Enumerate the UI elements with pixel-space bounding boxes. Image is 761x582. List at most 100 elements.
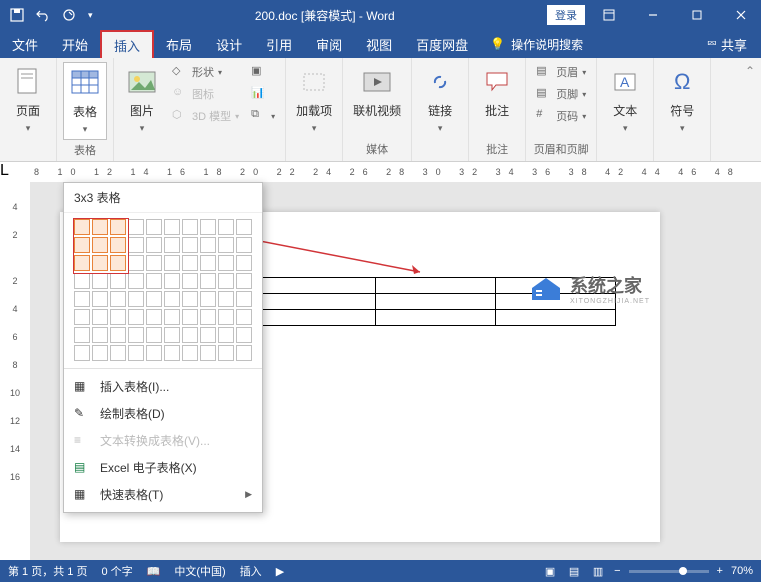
grid-cell[interactable] xyxy=(128,309,144,325)
grid-cell[interactable] xyxy=(110,345,126,361)
table-cell[interactable] xyxy=(376,278,496,294)
grid-cell[interactable] xyxy=(236,237,252,253)
grid-cell[interactable] xyxy=(218,309,234,325)
page-indicator[interactable]: 第 1 页，共 1 页 xyxy=(8,563,87,579)
grid-cell[interactable] xyxy=(182,237,198,253)
zoom-out-icon[interactable]: − xyxy=(614,565,620,577)
grid-cell[interactable] xyxy=(74,309,90,325)
tell-me-search[interactable]: 💡 操作说明搜索 xyxy=(480,36,593,53)
redo-icon[interactable] xyxy=(62,8,76,22)
grid-cell[interactable] xyxy=(92,309,108,325)
ribbon-options-icon[interactable] xyxy=(589,0,629,30)
grid-cell[interactable] xyxy=(236,327,252,343)
spellcheck-icon[interactable]: 📖 xyxy=(147,565,161,578)
zoom-level[interactable]: 70% xyxy=(731,565,753,577)
grid-cell[interactable] xyxy=(128,345,144,361)
macro-icon[interactable]: ▶ xyxy=(276,565,284,578)
grid-cell[interactable] xyxy=(164,255,180,271)
word-count[interactable]: 0 个字 xyxy=(101,563,132,579)
web-layout-icon[interactable]: ▥ xyxy=(590,563,606,579)
tab-home[interactable]: 开始 xyxy=(50,30,100,58)
symbol-button[interactable]: Ω 符号 ▾ xyxy=(660,62,704,138)
read-mode-icon[interactable]: ▣ xyxy=(542,563,558,579)
screenshot-button[interactable]: ⧉▾ xyxy=(247,106,279,126)
ribbon-collapse-icon[interactable]: ⌃ xyxy=(739,58,761,161)
tab-references[interactable]: 引用 xyxy=(254,30,304,58)
online-video-button[interactable]: 联机视频 xyxy=(349,62,405,123)
grid-cell[interactable] xyxy=(164,273,180,289)
grid-cell[interactable] xyxy=(74,237,90,253)
pictures-button[interactable]: 图片 ▾ xyxy=(120,62,164,138)
table-button[interactable]: 表格 ▾ xyxy=(63,62,107,140)
grid-cell[interactable] xyxy=(200,309,216,325)
grid-cell[interactable] xyxy=(182,219,198,235)
grid-cell[interactable] xyxy=(200,273,216,289)
grid-cell[interactable] xyxy=(182,273,198,289)
grid-cell[interactable] xyxy=(74,219,90,235)
grid-cell[interactable] xyxy=(110,327,126,343)
grid-cell[interactable] xyxy=(200,237,216,253)
grid-cell[interactable] xyxy=(146,345,162,361)
grid-cell[interactable] xyxy=(146,255,162,271)
grid-cell[interactable] xyxy=(218,219,234,235)
addins-button[interactable]: 加载项 ▾ xyxy=(292,62,336,138)
grid-cell[interactable] xyxy=(110,309,126,325)
grid-cell[interactable] xyxy=(236,309,252,325)
grid-cell[interactable] xyxy=(128,219,144,235)
links-button[interactable]: 链接 ▾ xyxy=(418,62,462,138)
tab-layout[interactable]: 布局 xyxy=(154,30,204,58)
save-icon[interactable] xyxy=(10,8,24,22)
grid-cell[interactable] xyxy=(92,219,108,235)
footer-button[interactable]: ▤页脚▾ xyxy=(532,84,590,104)
3d-models-button[interactable]: ⬡3D 模型▾ xyxy=(168,106,243,126)
grid-cell[interactable] xyxy=(110,255,126,271)
comment-button[interactable]: 批注 xyxy=(475,62,519,123)
quick-tables-item[interactable]: ▦ 快速表格(T) ▶ xyxy=(64,481,262,508)
undo-icon[interactable] xyxy=(36,8,50,22)
grid-cell[interactable] xyxy=(218,255,234,271)
minimize-icon[interactable] xyxy=(633,0,673,30)
table-grid-picker[interactable] xyxy=(64,213,262,368)
qat-more-icon[interactable]: ▾ xyxy=(88,10,93,21)
login-button[interactable]: 登录 xyxy=(547,5,585,25)
tab-file[interactable]: 文件 xyxy=(0,30,50,58)
table-cell[interactable] xyxy=(376,310,496,326)
table-cell[interactable] xyxy=(256,278,376,294)
grid-cell[interactable] xyxy=(164,237,180,253)
grid-cell[interactable] xyxy=(218,273,234,289)
grid-cell[interactable] xyxy=(200,345,216,361)
grid-cell[interactable] xyxy=(236,345,252,361)
grid-cell[interactable] xyxy=(164,327,180,343)
print-layout-icon[interactable]: ▤ xyxy=(566,563,582,579)
grid-cell[interactable] xyxy=(218,327,234,343)
grid-cell[interactable] xyxy=(200,255,216,271)
insert-mode[interactable]: 插入 xyxy=(240,563,262,579)
insert-table-item[interactable]: ▦ 插入表格(I)... xyxy=(64,373,262,400)
grid-cell[interactable] xyxy=(236,255,252,271)
grid-cell[interactable] xyxy=(92,273,108,289)
grid-cell[interactable] xyxy=(218,345,234,361)
grid-cell[interactable] xyxy=(164,309,180,325)
grid-cell[interactable] xyxy=(182,309,198,325)
grid-cell[interactable] xyxy=(110,237,126,253)
grid-cell[interactable] xyxy=(164,345,180,361)
pages-button[interactable]: 页面 ▾ xyxy=(6,62,50,138)
textbox-button[interactable]: A 文本 ▾ xyxy=(603,62,647,138)
grid-cell[interactable] xyxy=(128,327,144,343)
grid-cell[interactable] xyxy=(74,327,90,343)
grid-cell[interactable] xyxy=(110,219,126,235)
grid-cell[interactable] xyxy=(146,291,162,307)
shapes-button[interactable]: ◇形状▾ xyxy=(168,62,243,82)
icons-button[interactable]: ☺图标 xyxy=(168,84,243,104)
table-cell[interactable] xyxy=(256,310,376,326)
grid-cell[interactable] xyxy=(74,291,90,307)
grid-cell[interactable] xyxy=(182,327,198,343)
smartart-button[interactable]: ▣ xyxy=(247,62,279,82)
grid-cell[interactable] xyxy=(146,219,162,235)
table-cell[interactable] xyxy=(376,294,496,310)
draw-table-item[interactable]: ✎ 绘制表格(D) xyxy=(64,400,262,427)
grid-cell[interactable] xyxy=(200,291,216,307)
grid-cell[interactable] xyxy=(92,327,108,343)
tab-view[interactable]: 视图 xyxy=(354,30,404,58)
tab-insert[interactable]: 插入 xyxy=(100,30,154,58)
